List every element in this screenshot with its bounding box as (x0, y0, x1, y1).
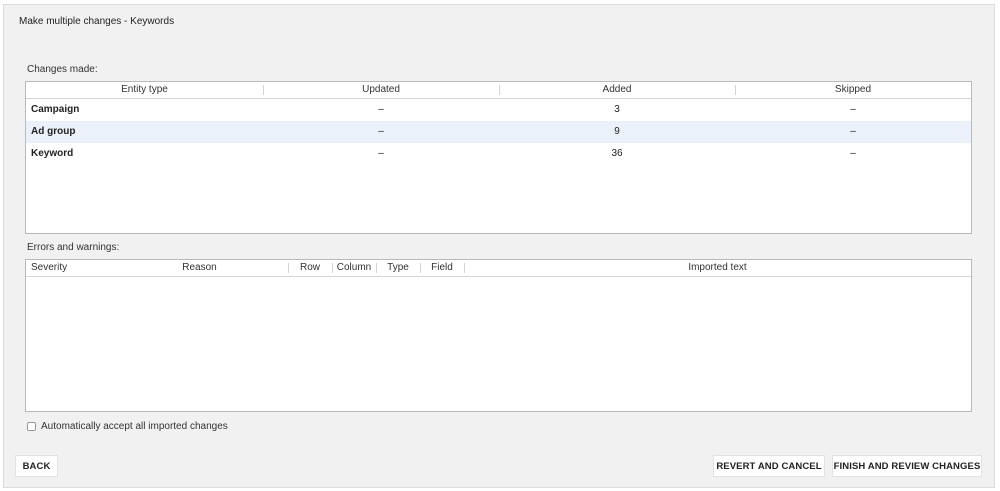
column-header-row[interactable]: Row (288, 260, 332, 276)
cell-skipped: – (850, 148, 856, 159)
cell-entity-type: Ad group (31, 126, 76, 137)
auto-accept-option[interactable]: Automatically accept all imported change… (27, 419, 228, 433)
auto-accept-checkbox[interactable] (27, 421, 36, 431)
column-header-imported-text[interactable]: Imported text (464, 260, 971, 276)
cell-skipped: – (850, 104, 856, 115)
dialog-title: Make multiple changes - Keywords (19, 16, 175, 27)
cell-entity-type: Keyword (31, 148, 74, 159)
table-row[interactable]: Ad group – 9 – (26, 121, 971, 143)
finish-and-review-button[interactable]: FINISH AND REVIEW CHANGES (832, 455, 982, 477)
column-header-entity-type[interactable]: Entity type (26, 82, 263, 98)
column-header-type[interactable]: Type (376, 260, 420, 276)
back-button[interactable]: BACK (15, 455, 58, 477)
cell-updated: – (378, 126, 384, 137)
errors-warnings-label: Errors and warnings: (27, 242, 120, 253)
column-header-added[interactable]: Added (499, 82, 735, 98)
table-row[interactable]: Campaign – 3 – (26, 99, 971, 121)
errors-table-header: Severity Reason Row Column Type Field Im… (26, 260, 971, 277)
cell-entity-type: Campaign (31, 104, 80, 115)
changes-table: Entity type Updated Added Skipped Campai… (25, 81, 972, 234)
cell-added: 36 (611, 148, 623, 159)
changes-table-header: Entity type Updated Added Skipped (26, 82, 971, 99)
errors-table: Severity Reason Row Column Type Field Im… (25, 259, 972, 412)
column-header-column[interactable]: Column (332, 260, 376, 276)
cell-added: 3 (614, 104, 620, 115)
changes-made-label: Changes made: (27, 64, 98, 75)
revert-and-cancel-button[interactable]: REVERT AND CANCEL (713, 455, 825, 477)
column-header-reason[interactable]: Reason (111, 260, 288, 276)
column-header-field[interactable]: Field (420, 260, 464, 276)
column-header-severity[interactable]: Severity (31, 260, 111, 276)
cell-skipped: – (850, 126, 856, 137)
cell-updated: – (378, 148, 384, 159)
column-header-skipped[interactable]: Skipped (735, 82, 971, 98)
cell-updated: – (378, 104, 384, 115)
cell-added: 9 (614, 126, 620, 137)
column-header-updated[interactable]: Updated (263, 82, 499, 98)
auto-accept-label: Automatically accept all imported change… (41, 420, 228, 432)
import-dialog: Make multiple changes - Keywords Changes… (3, 4, 995, 488)
table-row[interactable]: Keyword – 36 – (26, 143, 971, 165)
